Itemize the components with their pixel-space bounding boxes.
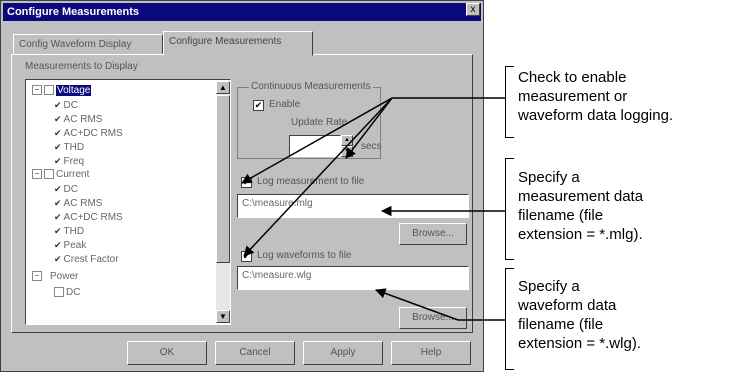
update-rate-label: Update Rate [291,117,348,128]
help-button[interactable]: Help [391,341,471,365]
callout-bracket [505,158,514,260]
callout-bracket [505,268,514,370]
check-icon: ✔ [54,254,62,264]
check-icon: ✔ [54,114,62,124]
tree-item[interactable]: ✔ DC [54,98,78,112]
waveform-file-input[interactable]: C:\measure.wlg [237,266,469,290]
enable-checkbox[interactable]: ✔ [253,100,264,111]
tree-item[interactable]: DC [54,286,80,300]
tree-item[interactable]: ✔ AC+DC RMS [54,126,123,140]
log-measurement-checkbox[interactable]: ✔ [241,177,252,188]
tree-item[interactable]: ✔ Crest Factor [54,252,119,266]
apply-button[interactable]: Apply [303,341,383,365]
tree-group-voltage[interactable]: − Voltage [32,84,92,98]
tree-group-power[interactable]: − Power [32,270,78,284]
log-waveforms-checkbox[interactable]: ✔ [241,251,252,262]
scroll-up-icon[interactable]: ▲ [216,81,230,94]
tree-item[interactable]: ✔ THD [54,224,84,238]
check-icon: ✔ [54,240,62,250]
scroll-thumb[interactable] [216,95,230,263]
tree-item[interactable]: ✔ DC [54,182,78,196]
tree-item[interactable]: ✔ Peak [54,238,86,252]
check-icon: ✔ [54,156,62,166]
cancel-button[interactable]: Cancel [215,341,295,365]
log-measurement-label: Log measurement to file [257,176,365,187]
tab-configure-measurements[interactable]: Configure Measurements [163,31,313,56]
spin-up-icon[interactable]: ▲ [341,135,353,146]
collapse-icon[interactable]: − [32,85,42,96]
callout-measurement-file: Specify a measurement data filename (fil… [518,169,644,243]
browse-waveform-button[interactable]: Browse... [399,307,467,329]
enable-label: Enable [269,99,301,110]
browse-measurement-button[interactable]: Browse... [399,223,467,245]
log-waveforms-label: Log waveforms to file [257,250,352,261]
tree-item[interactable]: ✔ Freq [54,154,84,168]
spin-down-icon[interactable]: ▼ [341,146,353,157]
measurement-file-input[interactable]: C:\measure.mlg [237,194,469,218]
tree-item[interactable]: ✔ AC RMS [54,196,102,210]
dialog-title: Configure Measurements [3,3,481,21]
tree-group-current[interactable]: − Current [32,168,89,182]
callout-waveform-file: Specify a waveform data filename (file e… [518,278,641,352]
tree-item[interactable]: ✔ AC+DC RMS [54,210,123,224]
callout-bracket [505,66,514,138]
checkbox-icon[interactable] [44,85,54,96]
check-icon: ✔ [54,100,62,110]
continuous-measurements-label: Continuous Measurements [249,81,373,92]
collapse-icon[interactable]: − [32,271,42,282]
scroll-down-icon[interactable]: ▼ [216,310,230,323]
configure-measurements-dialog: Configure Measurements x Config Waveform… [0,0,484,372]
update-rate-input[interactable] [289,135,341,157]
tree-item[interactable]: ✔ THD [54,140,84,154]
close-icon: x [470,4,476,15]
tab-config-waveform-display[interactable]: Config Waveform Display [13,34,163,54]
check-icon: ✔ [54,128,62,138]
check-icon: ✔ [54,142,62,152]
checkbox-icon[interactable] [44,169,54,180]
tree-label: Measurements to Display [25,61,138,72]
unchecked-box-icon[interactable] [54,287,64,298]
check-icon: ✔ [54,198,62,208]
check-icon: ✔ [54,184,62,194]
measurements-tree[interactable]: − Voltage ✔ DC ✔ AC RMS ✔ AC+DC RMS ✔ THD ✔ Fr… [25,79,231,325]
update-rate-unit: secs [361,141,382,152]
check-icon: ✔ [54,212,62,222]
tree-item[interactable]: ✔ AC RMS [54,112,102,126]
callout-enable-logging: Check to enable measurement or waveform … [518,69,674,124]
close-button[interactable]: x [466,3,480,16]
check-icon: ✔ [54,226,62,236]
ok-button[interactable]: OK [127,341,207,365]
collapse-icon[interactable]: − [32,169,42,180]
